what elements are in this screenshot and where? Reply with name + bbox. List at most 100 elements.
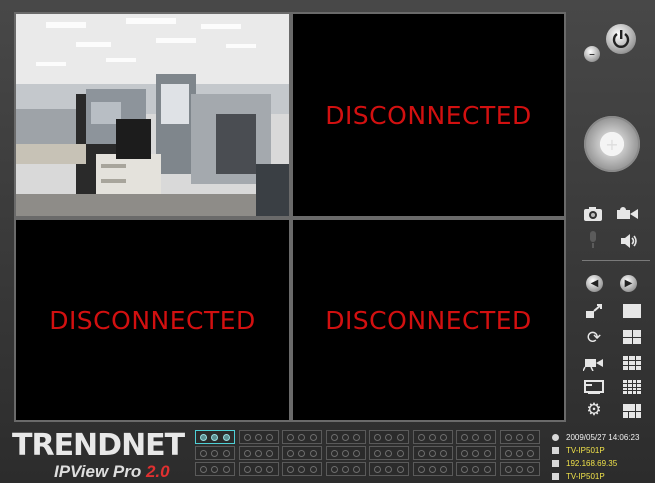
layout-9-icon[interactable] <box>623 356 641 370</box>
channel-dot <box>266 433 274 441</box>
microphone-icon[interactable] <box>586 230 600 250</box>
channel-slot[interactable] <box>325 446 366 460</box>
channel-dot <box>243 449 251 457</box>
channel-dot <box>428 433 436 441</box>
channel-slot[interactable] <box>195 430 235 444</box>
channel-dot <box>266 465 274 473</box>
layout-1-icon[interactable] <box>623 304 641 318</box>
power-icon[interactable] <box>606 24 636 54</box>
channel-dot <box>341 465 349 473</box>
refresh-icon[interactable]: ⟳ <box>584 328 604 348</box>
disconnected-label: DISCONNECTED <box>49 305 256 335</box>
channel-dot <box>428 449 436 457</box>
channel-slot[interactable] <box>282 462 322 476</box>
channel-slot[interactable] <box>369 462 409 476</box>
next-icon[interactable]: ▶ <box>620 275 637 292</box>
channel-dot <box>504 449 512 457</box>
speaker-icon[interactable] <box>618 232 640 250</box>
video-grid: DISCONNECTED DISCONNECTED DISCONNECTED <box>14 12 566 422</box>
video-cell-1[interactable] <box>16 14 289 216</box>
channel-slot[interactable] <box>369 446 409 460</box>
channel-dot <box>504 465 512 473</box>
ptz-control-icon[interactable] <box>584 302 604 320</box>
channel-dot <box>385 433 393 441</box>
channel-slot[interactable] <box>456 462 496 476</box>
datetime-row: 2009/05/27 14:06:23 <box>552 432 639 443</box>
channel-slot[interactable] <box>195 462 235 476</box>
channel-slot[interactable] <box>412 462 453 476</box>
channel-slot[interactable] <box>499 462 540 476</box>
channel-dot <box>515 465 523 473</box>
channel-dot <box>504 433 512 441</box>
video-cell-3[interactable]: DISCONNECTED <box>16 220 289 420</box>
channel-dot <box>472 465 480 473</box>
camera-setup-icon[interactable] <box>582 354 606 372</box>
ptz-joystick[interactable]: + <box>584 116 640 172</box>
channel-slot[interactable] <box>282 446 322 460</box>
channel-slot[interactable] <box>412 430 453 444</box>
layout-custom-icon[interactable] <box>623 404 641 418</box>
channel-slot[interactable] <box>456 446 496 460</box>
datetime-text: 2009/05/27 14:06:23 <box>566 433 640 442</box>
channel-slot[interactable] <box>325 430 366 444</box>
channel-slot[interactable] <box>195 446 235 460</box>
channel-slot[interactable] <box>282 430 322 444</box>
channel-dot <box>385 465 393 473</box>
channel-slot[interactable] <box>238 462 279 476</box>
channel-slot[interactable] <box>499 430 540 444</box>
channel-slot[interactable] <box>499 446 540 460</box>
document-icon <box>552 447 559 454</box>
app-window: DISCONNECTED DISCONNECTED DISCONNECTED –… <box>0 0 655 483</box>
channel-slot[interactable] <box>412 446 453 460</box>
camera-feed-image <box>16 14 289 216</box>
record-icon[interactable] <box>616 204 640 224</box>
channel-slot[interactable] <box>456 430 496 444</box>
channel-dot <box>330 433 338 441</box>
channel-dot <box>527 433 535 441</box>
channel-slot[interactable] <box>369 430 409 444</box>
ptz-center-icon: + <box>605 134 619 154</box>
settings-icon[interactable]: ⚙ <box>583 400 605 420</box>
channel-dot <box>472 433 480 441</box>
channel-dot <box>287 465 295 473</box>
playback-icon[interactable] <box>584 378 604 396</box>
camera-name-row: TV-IP501P <box>552 445 605 456</box>
channel-dot <box>200 433 208 441</box>
channel-slot[interactable] <box>238 446 279 460</box>
channel-dot <box>461 465 469 473</box>
app-logo: TRENDNET IPView Pro 2.0 <box>10 428 190 483</box>
document-icon <box>552 460 559 467</box>
channel-dot <box>243 465 251 473</box>
video-cell-2[interactable]: DISCONNECTED <box>293 14 564 216</box>
prev-icon[interactable]: ◀ <box>586 275 603 292</box>
channel-dot <box>254 433 262 441</box>
minimize-icon[interactable]: – <box>584 46 600 62</box>
channel-dot <box>200 465 208 473</box>
channel-slot[interactable] <box>238 430 279 444</box>
product-name: IPView Pro 2.0 <box>54 462 170 481</box>
channel-dot <box>461 433 469 441</box>
channel-dot <box>483 449 491 457</box>
channel-dot <box>298 433 306 441</box>
channel-dot <box>287 433 295 441</box>
channel-dot <box>309 465 317 473</box>
layout-16-icon[interactable] <box>623 380 641 394</box>
channel-dot <box>417 465 425 473</box>
channel-dot <box>353 465 361 473</box>
camera-model-text: TV-IP501P <box>566 472 605 481</box>
channel-dot <box>298 449 306 457</box>
channel-dot <box>396 449 404 457</box>
channel-dot <box>440 449 448 457</box>
info-panel: 2009/05/27 14:06:23 TV-IP501P 192.168.69… <box>552 430 655 483</box>
channel-dot <box>374 449 382 457</box>
channel-dot <box>483 465 491 473</box>
camera-model-row: TV-IP501P <box>552 471 605 482</box>
channel-slot[interactable] <box>325 462 366 476</box>
layout-4-icon[interactable] <box>623 330 641 344</box>
snapshot-icon[interactable] <box>582 204 604 224</box>
video-cell-4[interactable]: DISCONNECTED <box>293 220 564 420</box>
channel-dot <box>417 433 425 441</box>
camera-ip-row: 192.168.69.35 <box>552 458 617 469</box>
channel-dot <box>396 465 404 473</box>
channel-dot <box>417 449 425 457</box>
